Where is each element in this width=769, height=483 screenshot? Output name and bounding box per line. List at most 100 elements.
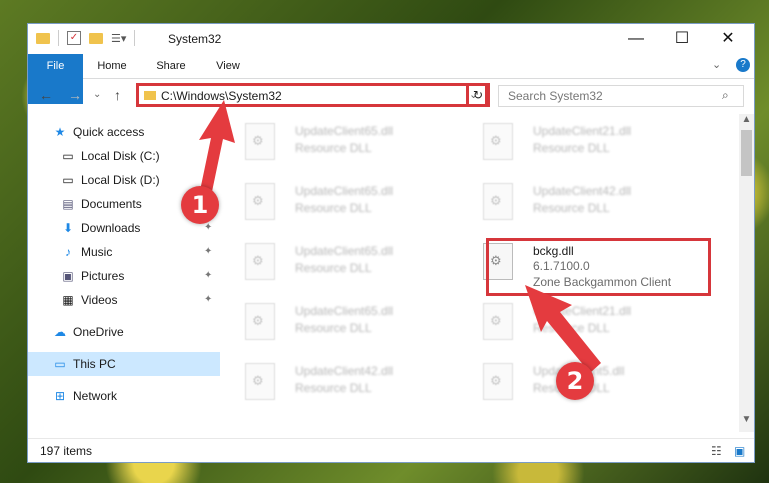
tab-view[interactable]: View: [202, 54, 254, 78]
sidebar-item-label: Music: [81, 245, 113, 259]
folder-icon: [144, 91, 156, 100]
sidebar-item-music[interactable]: ♪ Music ✦: [28, 240, 220, 264]
file-item[interactable]: UpdateClient65.dll Resource DLL: [228, 299, 448, 349]
file-item[interactable]: UpdateClient65.dll Resource DLL: [228, 179, 448, 229]
minimize-button[interactable]: —: [613, 24, 659, 54]
details-view-icon[interactable]: ☷: [711, 444, 722, 458]
pin-icon[interactable]: ✦: [204, 264, 212, 288]
dll-file-icon: [245, 363, 275, 400]
document-icon: ▤: [62, 197, 74, 211]
maximize-button[interactable]: ☐: [659, 24, 705, 54]
file-description: Resource DLL: [295, 381, 372, 395]
file-description: Resource DLL: [295, 141, 372, 155]
file-name: UpdateClient42.dll: [533, 184, 632, 198]
new-folder-icon[interactable]: [89, 32, 103, 44]
cloud-icon: ☁: [54, 325, 66, 339]
tab-share[interactable]: Share: [145, 54, 197, 78]
properties-icon[interactable]: ✓: [67, 31, 81, 45]
sidebar-item-label: Documents: [81, 197, 142, 211]
pin-icon[interactable]: ✦: [204, 240, 212, 264]
file-description: Resource DLL: [295, 321, 372, 335]
sidebar-item-label: Network: [73, 389, 118, 403]
close-button[interactable]: ✕: [705, 24, 751, 54]
sidebar-item-label: Local Disk (C:): [81, 149, 160, 163]
divider: [58, 30, 59, 46]
sidebar-item-label: Videos: [81, 293, 118, 307]
dll-file-icon: [483, 363, 513, 400]
scroll-up-icon[interactable]: ▲: [739, 114, 754, 125]
title-bar: ✓ ☰▾ System32 — ☐ ✕: [28, 24, 754, 54]
file-description: Resource DLL: [295, 261, 372, 275]
scrollbar-thumb[interactable]: [741, 130, 752, 176]
vertical-scrollbar[interactable]: ▲ ▼: [739, 114, 754, 432]
folder-icon[interactable]: [36, 32, 50, 44]
dll-file-icon: [245, 183, 275, 220]
search-input[interactable]: Search System32 ⌕: [498, 85, 744, 107]
scroll-down-icon[interactable]: ▼: [739, 414, 754, 425]
file-name: UpdateClient65.dll: [295, 184, 394, 198]
refresh-icon: ↻: [472, 88, 484, 102]
file-item[interactable]: UpdateClient42.dll Resource DLL: [228, 359, 448, 409]
music-icon: ♪: [65, 245, 71, 259]
file-name: UpdateClient65.dll: [295, 244, 394, 258]
sidebar-item-this-pc[interactable]: ▭ This PC: [28, 352, 220, 376]
drive-icon: ▭: [62, 173, 74, 187]
pin-icon[interactable]: ✦: [204, 288, 212, 312]
customize-toolbar-icon[interactable]: ☰▾: [111, 32, 126, 45]
file-item[interactable]: UpdateClient65.dll Resource DLL: [228, 239, 448, 289]
network-icon: ⊞: [54, 389, 66, 403]
navigation-bar: ← → ⌄ ↑ C:\Windows\System32 ⌄ ↻ Search S…: [28, 79, 754, 111]
sidebar-item-label: OneDrive: [73, 325, 124, 339]
file-name: UpdateClient65.dll: [295, 304, 394, 318]
step-badge-2: 2: [556, 362, 594, 400]
videos-icon: ▦: [62, 293, 74, 307]
star-icon: ★: [54, 125, 66, 139]
sidebar-item-pictures[interactable]: ▣ Pictures ✦: [28, 264, 220, 288]
file-explorer-window: ✓ ☰▾ System32 — ☐ ✕ File Home Share View…: [27, 23, 755, 463]
dll-file-icon: [483, 183, 513, 220]
dll-file-icon: [245, 303, 275, 340]
help-icon[interactable]: ?: [736, 58, 750, 72]
sidebar-item-network[interactable]: ⊞ Network: [28, 384, 220, 408]
search-icon: ⌕: [722, 88, 729, 102]
dll-file-icon: [245, 243, 275, 280]
sidebar-item-videos[interactable]: ▦ Videos ✦: [28, 288, 220, 312]
file-item[interactable]: UpdateClient65.dll Resource DLL: [228, 119, 448, 169]
sidebar-item-label: This PC: [73, 357, 116, 371]
up-arrow-icon[interactable]: ↑: [114, 87, 121, 103]
ribbon-tabs: File Home Share View ⌄ ?: [28, 54, 754, 104]
expand-ribbon-icon[interactable]: ⌄: [712, 58, 721, 71]
forward-arrow-icon[interactable]: →: [68, 87, 82, 103]
file-name: UpdateClient65.dll: [295, 124, 394, 138]
drive-icon: ▭: [62, 149, 74, 163]
sidebar-item-label: Downloads: [81, 221, 141, 235]
quick-access-toolbar: ✓ ☰▾: [36, 30, 136, 46]
file-description: Resource DLL: [533, 141, 610, 155]
dll-file-icon: [483, 303, 513, 340]
step-badge-1: 1: [181, 186, 219, 224]
large-icons-view-icon[interactable]: ▣: [734, 444, 745, 458]
sidebar-item-label: Pictures: [81, 269, 125, 283]
back-arrow-icon[interactable]: ←: [39, 87, 53, 103]
tab-home[interactable]: Home: [86, 54, 138, 78]
status-bar: 197 items ☷ ▣: [28, 438, 754, 463]
item-count: 197 items: [40, 444, 93, 458]
file-description: Resource DLL: [533, 201, 610, 215]
file-name: UpdateClient42.dll: [295, 364, 394, 378]
sidebar-item-onedrive[interactable]: ☁ OneDrive: [28, 320, 220, 344]
search-placeholder: Search System32: [508, 89, 603, 103]
dll-file-icon: [245, 123, 275, 160]
window-title: System32: [168, 32, 222, 46]
recent-locations-icon[interactable]: ⌄: [93, 89, 101, 100]
file-item[interactable]: UpdateClient21.dll Resource DLL: [466, 119, 686, 169]
sidebar-item-label: Local Disk (D:): [81, 173, 160, 187]
divider: [134, 30, 136, 46]
sidebar-item-label: Quick access: [73, 125, 145, 139]
refresh-button[interactable]: ↻: [466, 83, 490, 107]
file-description: Resource DLL: [295, 201, 372, 215]
pictures-icon: ▣: [62, 269, 74, 283]
file-item[interactable]: UpdateClient42.dll Resource DLL: [466, 179, 686, 229]
file-name: UpdateClient21.dll: [533, 124, 632, 138]
download-icon: ⬇: [62, 221, 74, 235]
computer-icon: ▭: [54, 357, 66, 371]
